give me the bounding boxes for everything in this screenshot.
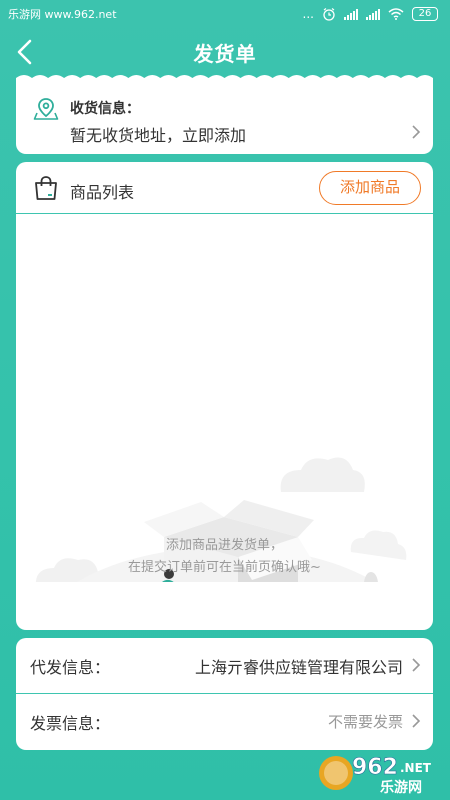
info-card: 代发信息： 上海亓睿供应链管理有限公司 发票信息： 不需要发票 [16, 638, 433, 750]
signal-icon-2 [366, 8, 380, 20]
address-value[interactable]: 暂无收货地址，立即添加 [70, 122, 246, 146]
watermark-number: 962 [352, 755, 398, 780]
empty-hint-line2: 在提交订单前可在当前页确认哦~ [128, 560, 321, 575]
status-right: ... 26 [303, 7, 438, 21]
goods-title: 商品列表 [70, 183, 135, 202]
invoice-info-row[interactable]: 发票信息： 不需要发票 [16, 694, 433, 750]
wifi-icon [388, 8, 404, 20]
status-bar: 乐游网 www.962.net ... 26 [0, 0, 450, 28]
agent-info-label: 代发信息： [30, 658, 111, 677]
agent-info-value: 上海亓睿供应链管理有限公司 [194, 658, 403, 677]
empty-hint-line1: 添加商品进发货单， [165, 538, 283, 553]
battery-indicator: 26 [412, 7, 438, 21]
chevron-right-icon [412, 658, 421, 672]
alarm-icon [323, 8, 335, 21]
page-title: 发货单 [193, 41, 257, 66]
status-left: 乐游网 www.962.net [8, 6, 117, 22]
address-label: 收货信息： [70, 101, 140, 117]
add-goods-button[interactable]: 添加商品 [319, 171, 421, 205]
chevron-right-icon [412, 125, 421, 139]
chevron-right-icon [412, 714, 421, 728]
watermark-logo: 962 .NET 乐游网 [319, 755, 432, 796]
location-pin-icon [33, 98, 59, 120]
signal-icon [344, 8, 358, 20]
invoice-info-label: 发票信息： [30, 714, 111, 733]
notification-dots: ... [302, 7, 314, 21]
shopping-bag-icon [35, 176, 57, 200]
address-card[interactable]: 收货信息： 暂无收货地址，立即添加 [16, 80, 433, 154]
watermark-text: 乐游网 www.962.net [8, 8, 117, 21]
watermark-suffix: .NET [400, 761, 432, 775]
goods-header: 商品列表 添加商品 [16, 162, 433, 214]
goods-card: 商品列表 添加商品 添加商品进发货单， 在提交订单前可在当前页确认哦~ [16, 162, 433, 630]
nav-bar: 发货单 [0, 28, 450, 76]
agent-info-row[interactable]: 代发信息： 上海亓睿供应链管理有限公司 [16, 638, 433, 694]
invoice-info-value: 不需要发票 [327, 713, 403, 731]
watermark-text-cn: 乐游网 [380, 779, 422, 796]
back-arrow-icon[interactable] [12, 38, 40, 66]
